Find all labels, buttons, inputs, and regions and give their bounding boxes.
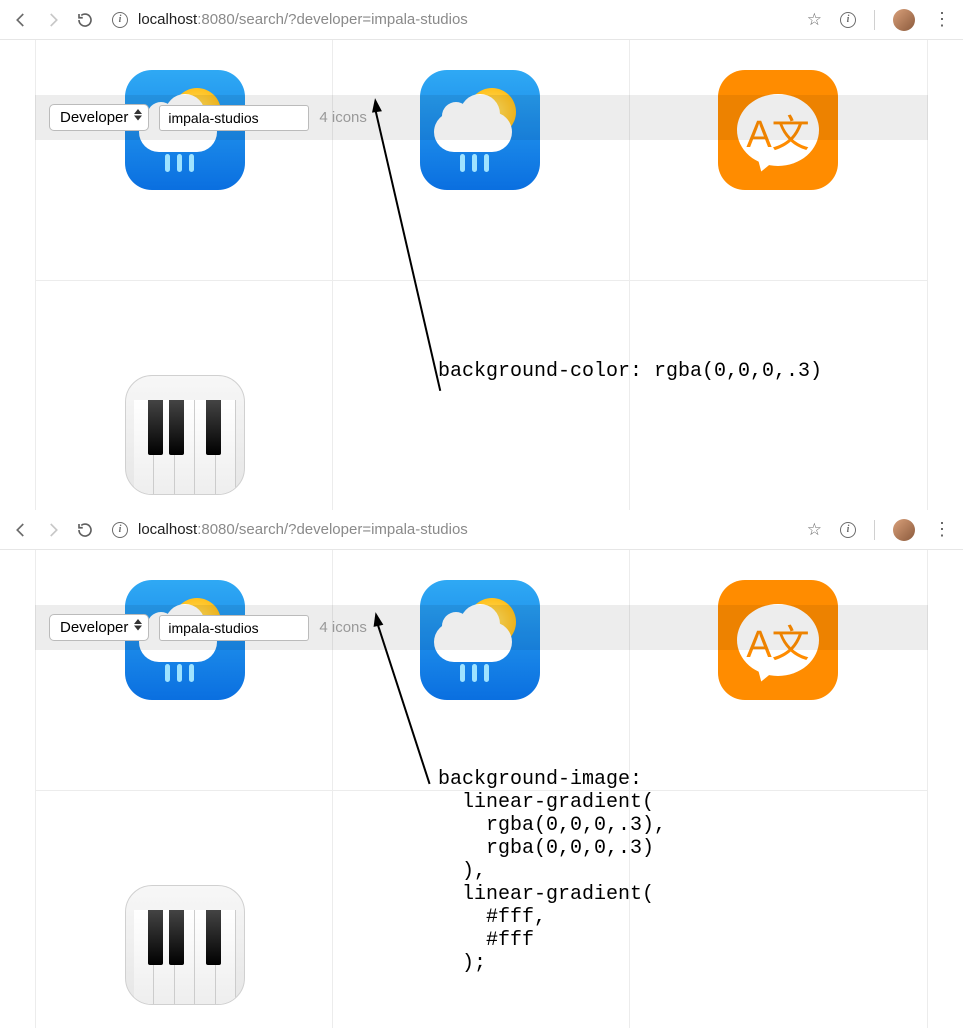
annotation-text: background-image: linear-gradient( rgba(… [438,768,666,975]
page-info-icon[interactable]: i [840,12,856,28]
piano-app-icon[interactable] [125,885,245,1005]
forward-button[interactable] [44,521,62,539]
menu-kebab-icon[interactable]: ⋮ [933,16,951,23]
filter-value-input[interactable] [159,615,309,641]
annotation-text: background-color: rgba(0,0,0,.3) [438,360,822,383]
filter-bar: Developer 4 icons [35,95,928,140]
result-count: 4 icons [319,619,367,636]
reload-button[interactable] [76,11,94,29]
result-count: 4 icons [319,109,367,126]
page-viewport: A文 Developer 4 icons background-color: r… [0,40,963,510]
menu-kebab-icon[interactable]: ⋮ [933,526,951,533]
filter-type-select[interactable]: Developer [49,614,149,641]
profile-avatar[interactable] [893,9,915,31]
url-path: /search/?developer=impala-studios [235,11,468,28]
bookmark-star-icon[interactable]: ☆ [807,520,822,540]
page-viewport: A文 Developer 4 icons background-image: l… [0,550,963,1028]
url-port: :8080 [197,11,235,28]
browser-toolbar: i localhost:8080/search/?developer=impal… [0,510,963,550]
back-button[interactable] [12,11,30,29]
piano-app-icon[interactable] [125,375,245,495]
site-info-icon[interactable]: i [112,12,128,28]
toolbar-divider [874,10,875,30]
address-bar[interactable]: i localhost:8080/search/?developer=impal… [108,11,793,28]
back-button[interactable] [12,521,30,539]
url-path: /search/?developer=impala-studios [235,521,468,538]
site-info-icon[interactable]: i [112,522,128,538]
url-host: localhost [138,521,197,538]
filter-bar: Developer 4 icons [35,605,928,650]
browser-toolbar: i localhost:8080/search/?developer=impal… [0,0,963,40]
toolbar-divider [874,520,875,540]
filter-value-input[interactable] [159,105,309,131]
filter-type-select[interactable]: Developer [49,104,149,131]
forward-button[interactable] [44,11,62,29]
url-host: localhost [138,11,197,28]
url-port: :8080 [197,521,235,538]
reload-button[interactable] [76,521,94,539]
bookmark-star-icon[interactable]: ☆ [807,10,822,30]
address-bar[interactable]: i localhost:8080/search/?developer=impal… [108,521,793,538]
page-info-icon[interactable]: i [840,522,856,538]
profile-avatar[interactable] [893,519,915,541]
